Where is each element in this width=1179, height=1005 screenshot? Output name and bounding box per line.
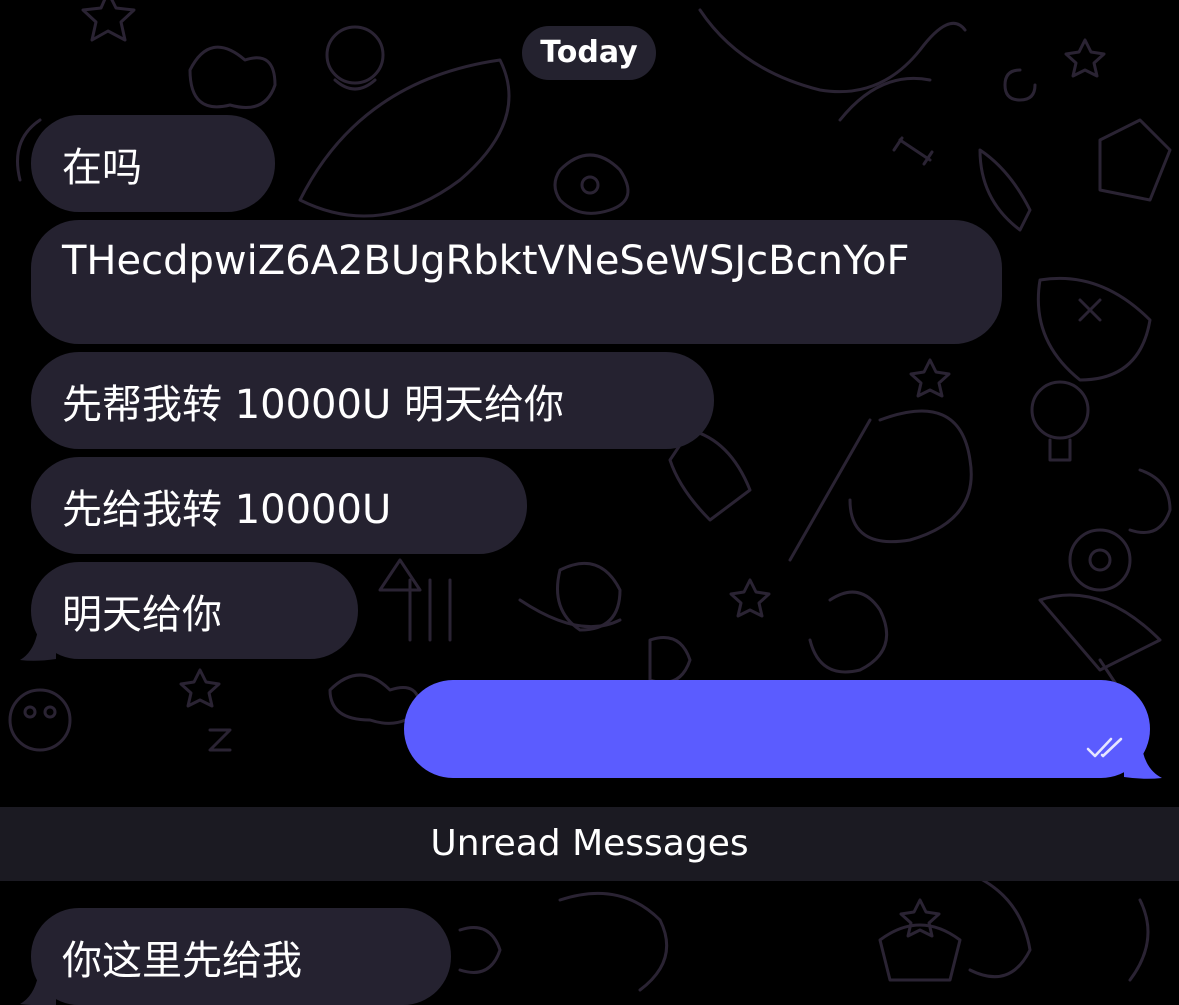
- date-separator: Today: [522, 26, 656, 80]
- message-text: 明天给你: [62, 591, 222, 638]
- message-bubble-outgoing[interactable]: [404, 680, 1150, 778]
- message-text: THecdpwiZ6A2BUgRbktVNeSeWSJcBcnYoF: [62, 238, 910, 284]
- unread-messages-divider: Unread Messages: [0, 807, 1179, 881]
- outgoing-bubble-tail: [1124, 748, 1162, 779]
- incoming-bubble-tail: [20, 630, 56, 661]
- message-bubble-incoming[interactable]: 先给我转 10000U: [31, 457, 527, 554]
- message-text: 先给我转 10000U: [62, 486, 392, 533]
- message-bubble-incoming[interactable]: 先帮我转 10000U 明天给你: [31, 352, 714, 449]
- message-bubble-incoming[interactable]: 明天给你: [31, 562, 358, 659]
- incoming-bubble-tail: [20, 976, 56, 1005]
- message-bubble-incoming[interactable]: 你这里先给我: [31, 908, 451, 1005]
- message-text: 你这里先给我: [62, 937, 302, 984]
- message-bubble-incoming[interactable]: THecdpwiZ6A2BUgRbktVNeSeWSJcBcnYoF: [31, 220, 1002, 344]
- message-bubble-incoming[interactable]: 在吗: [31, 115, 275, 212]
- message-text: 先帮我转 10000U 明天给你: [62, 381, 564, 428]
- message-text: 在吗: [62, 144, 142, 191]
- double-check-icon: [1086, 737, 1123, 758]
